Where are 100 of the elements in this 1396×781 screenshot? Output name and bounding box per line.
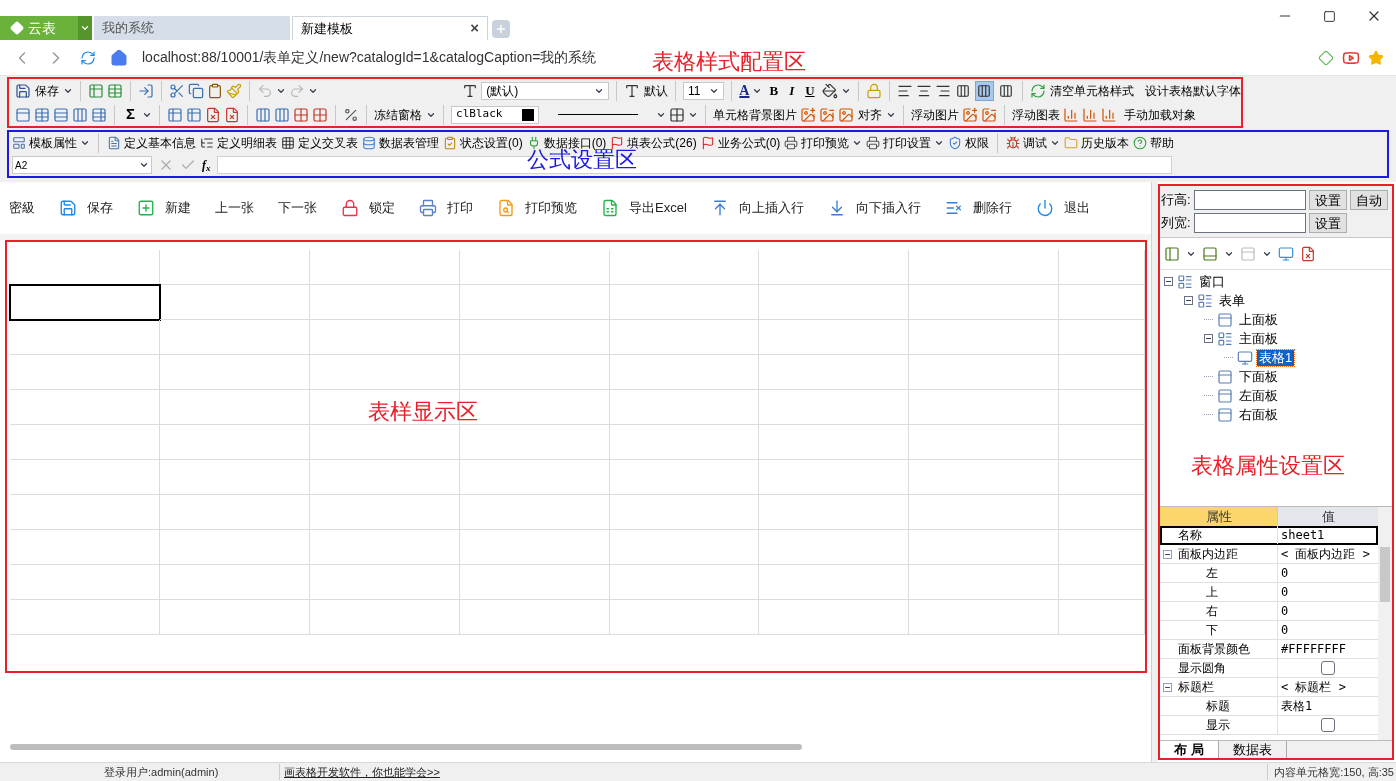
action-button[interactable]: 打印 [419,198,473,218]
tree-item[interactable]: 主面板 [1237,330,1280,347]
columns-icon[interactable] [72,106,88,123]
tree-item[interactable]: 右面板 [1237,406,1280,423]
sheet-cell[interactable] [1059,355,1145,390]
template-icon[interactable] [12,136,26,150]
action-button[interactable]: 退出 [1035,198,1090,218]
sheet-cell[interactable] [1059,390,1145,425]
sheet-cell[interactable] [759,355,910,390]
panel-icon[interactable] [1217,311,1233,328]
sheet-cell[interactable] [759,530,910,565]
printer-icon[interactable] [784,136,799,150]
toolbar-button[interactable]: 权限 [948,134,990,152]
power-icon[interactable] [1035,199,1054,217]
column-header[interactable]: 值 [1278,507,1378,526]
sheet-cell[interactable] [10,600,160,635]
table-icon[interactable] [88,82,104,99]
paste-icon[interactable] [207,82,223,99]
monitor-icon[interactable] [1237,349,1253,366]
sheet-cell[interactable] [159,285,310,320]
sheet-cell[interactable] [159,320,310,355]
image-add-icon[interactable] [962,106,978,123]
panel-icon[interactable] [1217,406,1233,423]
sum-button[interactable]: Σ [122,103,139,126]
action-button[interactable]: 保存 [59,198,113,218]
sheet-cell[interactable] [909,320,1060,355]
sheet-cell[interactable] [159,355,310,390]
cut-icon[interactable] [169,82,185,99]
property-row[interactable]: 下 0 [1160,621,1378,640]
add-icon[interactable] [137,199,155,217]
scrollbar[interactable] [1378,507,1392,740]
sheet-cell[interactable] [609,565,760,600]
row-height-field[interactable] [1193,190,1306,210]
sheet-cell[interactable] [759,425,910,460]
sheet-cell[interactable] [10,565,160,600]
delete-row-icon[interactable] [944,199,963,217]
grid-icon[interactable] [281,136,295,150]
brand-menu-button[interactable] [78,16,92,40]
sheet-cell[interactable] [909,250,1060,285]
action-button[interactable]: 删除行 [944,198,1012,218]
sheet-cell[interactable] [309,425,460,460]
chart-remove-icon[interactable] [1101,106,1117,123]
close-tab-button[interactable]: × [470,17,479,40]
default-font-design-button[interactable]: 设计表格默认字体 [1145,81,1241,100]
toolbar-button[interactable]: 打印预览 [784,134,863,152]
sheet-cell[interactable] [10,460,160,495]
table-icon[interactable] [34,106,50,123]
sheet-cell[interactable] [10,530,160,565]
collapse-icon[interactable] [1164,277,1173,286]
sheet-cell[interactable] [609,285,760,320]
table-icon[interactable] [107,82,123,99]
address-field[interactable]: localhost:88/10001/表单定义/new?catalogId=1&catalogCaption=我的系统 [142,47,597,68]
table-icon[interactable] [91,106,107,123]
browser-tab[interactable]: 新建模板 × [292,16,488,40]
action-button[interactable]: 导出Excel [601,198,687,218]
sheet-cell[interactable] [10,285,160,320]
home-icon[interactable] [110,48,128,67]
new-tab-button[interactable] [492,20,510,38]
sheet-cell[interactable] [309,600,460,635]
sheet-cell[interactable] [1059,460,1145,495]
caret-icon[interactable] [1050,138,1061,148]
toolbar-button[interactable]: 历史版本 [1064,134,1130,152]
panel-icon[interactable] [1177,273,1193,290]
caret-icon[interactable] [80,138,90,148]
sheet-cell[interactable] [459,460,610,495]
checkbox[interactable] [1321,661,1335,675]
toolbar-button[interactable]: 业务公式(0) [700,134,781,152]
sheet-cell[interactable] [909,460,1060,495]
sheet-cell[interactable] [759,285,910,320]
tree-item[interactable]: 上面板 [1237,311,1280,328]
document-icon[interactable] [107,136,121,150]
justify-button[interactable] [975,80,994,101]
sheet-cell[interactable] [159,425,310,460]
manual-load-button[interactable]: 手动加载对象 [1124,105,1196,124]
spreadsheet-icon[interactable] [601,199,619,217]
toolbar-button[interactable]: 定义基本信息 [107,134,196,152]
set-button[interactable]: 设置 [1308,190,1347,210]
default-font-button[interactable]: 默认 [624,81,668,100]
flag-icon[interactable] [700,136,715,150]
sheet-tab[interactable]: 布 局 [1160,741,1219,758]
caret-icon[interactable] [139,160,149,170]
clear-style-button[interactable]: 清空单元格样式 [1030,81,1134,100]
sheet-cell[interactable] [159,250,310,285]
sheet-cell[interactable] [10,355,160,390]
font-field[interactable]: (默认) [481,81,609,100]
sheet-cell[interactable] [909,355,1060,390]
color-swatch-icon[interactable] [522,108,534,121]
insert-icon[interactable] [255,106,271,123]
checkbox[interactable] [1321,718,1335,732]
italic-button[interactable]: I [785,80,799,101]
sheet-cell[interactable] [759,495,910,530]
sheet-cell[interactable] [609,600,760,635]
toolbar-button[interactable]: 状态设置(0) [443,134,523,152]
list-icon[interactable] [200,136,214,150]
sheet-cell[interactable] [1059,320,1145,355]
sheet-cell[interactable] [1059,495,1145,530]
sheet-cell[interactable] [309,250,460,285]
layout-icon[interactable] [1202,245,1218,262]
sheet-cell[interactable] [609,320,760,355]
promo-link[interactable]: 画表格开发软件，你也能学会>> [284,763,440,781]
